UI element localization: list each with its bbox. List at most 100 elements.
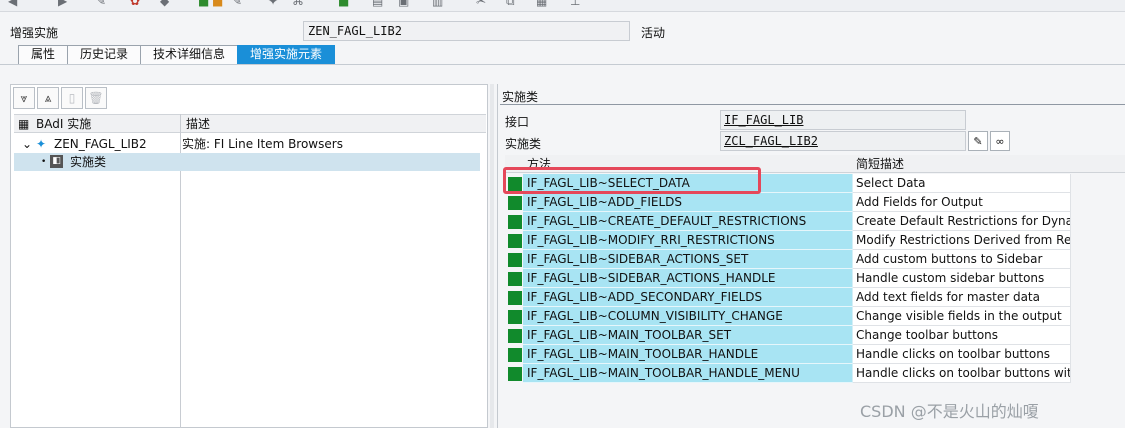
navigate-icon[interactable]: ✦ bbox=[268, 0, 282, 7]
new-document-icon: ▯ bbox=[68, 91, 76, 105]
short-desc-cell[interactable]: Handle clicks on toolbar buttons with... bbox=[853, 364, 1071, 383]
tree-col-description[interactable]: 描述 bbox=[186, 115, 210, 134]
method-cell[interactable]: IF_FAGL_LIB~CREATE_DEFAULT_RESTRICTIONS bbox=[523, 212, 853, 231]
watermark: CSDN @不是火山的灿嗄 bbox=[860, 402, 1039, 421]
impl-class-value[interactable]: ZCL_FAGL_LIB2 bbox=[724, 134, 818, 148]
forward-icon[interactable]: ▶ bbox=[58, 0, 72, 7]
edit-icon[interactable]: ✎ bbox=[96, 0, 110, 7]
method-cell[interactable]: IF_FAGL_LIB~MAIN_TOOLBAR_HANDLE_MENU bbox=[523, 364, 853, 383]
method-cell[interactable]: IF_FAGL_LIB~ADD_FIELDS bbox=[523, 193, 853, 212]
bullet-icon: • bbox=[41, 157, 47, 167]
create-button[interactable]: ▯ bbox=[61, 87, 83, 109]
hierarchy-icon[interactable]: ⌘ bbox=[292, 0, 306, 7]
short-desc-cell[interactable]: Add custom buttons to Sidebar bbox=[853, 250, 1071, 269]
status-green-icon bbox=[508, 291, 522, 305]
table-row[interactable]: IF_FAGL_LIB~ADD_SECONDARY_FIELDS Add text… bbox=[505, 288, 1071, 307]
method-cell[interactable]: IF_FAGL_LIB~COLUMN_VISIBILITY_CHANGE bbox=[523, 307, 853, 326]
grid-col-short-desc[interactable]: 简短描述 bbox=[856, 155, 904, 173]
pencil-icon: ✎ bbox=[973, 134, 983, 148]
tree-node-label: 实施类 bbox=[70, 155, 107, 169]
status-green-icon bbox=[508, 348, 522, 362]
display-icon[interactable]: ✎ bbox=[232, 0, 246, 7]
info-icon[interactable]: ▤ bbox=[372, 0, 386, 7]
table-row[interactable]: IF_FAGL_LIB~COLUMN_VISIBILITY_CHANGE Chan… bbox=[505, 307, 1071, 326]
print-icon[interactable]: ▥ bbox=[432, 0, 446, 7]
method-cell[interactable]: IF_FAGL_LIB~MODIFY_RRI_RESTRICTIONS bbox=[523, 231, 853, 250]
short-desc-cell[interactable]: Create Default Restrictions for Dynam... bbox=[853, 212, 1071, 231]
panel-title-line bbox=[500, 104, 1125, 105]
interface-value[interactable]: IF_FAGL_LIB bbox=[724, 113, 803, 127]
double-chevron-down-icon: ⩔ bbox=[20, 90, 28, 105]
change-class-button[interactable]: ✎ bbox=[968, 131, 988, 151]
tree-header: ▦ BAdI 实施 描述 bbox=[14, 114, 486, 133]
tab-underline bbox=[0, 64, 1125, 65]
short-desc-cell[interactable]: Modify Restrictions Derived from Rep... bbox=[853, 231, 1071, 250]
collapse-all-button[interactable]: ⩓ bbox=[37, 87, 59, 109]
status-green-icon bbox=[508, 367, 522, 381]
plug-icon: ✦ bbox=[36, 137, 47, 151]
method-cell[interactable]: IF_FAGL_LIB~SIDEBAR_ACTIONS_HANDLE bbox=[523, 269, 853, 288]
impl-class-field[interactable]: ZCL_FAGL_LIB2 bbox=[720, 131, 966, 151]
layout-icon[interactable]: ■ bbox=[338, 0, 352, 7]
highlight-box bbox=[503, 167, 761, 194]
undo-icon[interactable]: ⊥ bbox=[570, 0, 584, 7]
tab-enhancement-impl-elements[interactable]: 增强实施元素 bbox=[237, 45, 336, 64]
tab-technical-details[interactable]: 技术详细信息 bbox=[140, 45, 239, 64]
table-row[interactable]: IF_FAGL_LIB~SIDEBAR_ACTIONS_HANDLE Handle… bbox=[505, 269, 1071, 288]
short-desc-cell[interactable]: Change visible fields in the output bbox=[853, 307, 1071, 326]
status-green-icon bbox=[508, 310, 522, 324]
table-row[interactable]: IF_FAGL_LIB~ADD_FIELDS Add Fields for Out… bbox=[505, 193, 1071, 212]
short-desc-cell[interactable]: Change toolbar buttons bbox=[853, 326, 1071, 345]
delete-button[interactable]: 🗑 bbox=[85, 87, 107, 109]
impl-class-label: 实施类 bbox=[505, 137, 542, 151]
activate-icon[interactable]: ✿ bbox=[130, 0, 144, 7]
enhancement-impl-label: 增强实施 bbox=[10, 26, 59, 40]
check-icon[interactable]: ◆ bbox=[160, 0, 174, 7]
object-list-icon[interactable]: ■ bbox=[198, 0, 212, 7]
short-desc-cell[interactable]: Add Fields for Output bbox=[853, 193, 1071, 212]
status-green-icon bbox=[508, 329, 522, 343]
paste-icon[interactable]: ▦ bbox=[536, 0, 550, 7]
expand-all-button[interactable]: ⩔ bbox=[13, 87, 35, 109]
status-green-icon bbox=[508, 272, 522, 286]
status-green-icon bbox=[508, 196, 522, 210]
short-desc-cell[interactable]: Select Data bbox=[853, 174, 1071, 193]
panel-title: 实施类 bbox=[502, 90, 539, 104]
where-used-icon[interactable]: ■ bbox=[212, 0, 226, 7]
table-row[interactable]: IF_FAGL_LIB~MAIN_TOOLBAR_HANDLE_MENU Hand… bbox=[505, 364, 1071, 383]
enhancement-impl-field[interactable]: ZEN_FAGL_LIB2 bbox=[303, 21, 630, 41]
chevron-down-icon[interactable]: ⌄ bbox=[22, 135, 32, 153]
back-icon[interactable]: ◀ bbox=[8, 0, 22, 7]
status-text: 活动 bbox=[641, 26, 666, 40]
method-cell[interactable]: IF_FAGL_LIB~MAIN_TOOLBAR_SET bbox=[523, 326, 853, 345]
short-desc-cell[interactable]: Add text fields for master data bbox=[853, 288, 1071, 307]
tree-col-badi-impl[interactable]: BAdI 实施 bbox=[36, 115, 91, 134]
tree-node-impl-class[interactable]: • ◧ 实施类 bbox=[14, 153, 480, 171]
table-row[interactable]: IF_FAGL_LIB~MAIN_TOOLBAR_SET Change toolb… bbox=[505, 326, 1071, 345]
display-class-button[interactable]: ∞ bbox=[990, 131, 1010, 151]
short-desc-cell[interactable]: Handle custom sidebar buttons bbox=[853, 269, 1071, 288]
method-cell[interactable]: IF_FAGL_LIB~SIDEBAR_ACTIONS_SET bbox=[523, 250, 853, 269]
tree-node-badi-impl[interactable]: ⌄ ✦ ZEN_FAGL_LIB2 实施: FI Line Item Brows… bbox=[14, 135, 480, 153]
interface-field[interactable]: IF_FAGL_LIB bbox=[720, 110, 966, 130]
table-row[interactable]: IF_FAGL_LIB~MODIFY_RRI_RESTRICTIONS Modif… bbox=[505, 231, 1071, 250]
tab-properties[interactable]: 属性 bbox=[18, 45, 69, 64]
table-row[interactable]: IF_FAGL_LIB~CREATE_DEFAULT_RESTRICTIONS C… bbox=[505, 212, 1071, 231]
short-desc-cell[interactable]: Handle clicks on toolbar buttons bbox=[853, 345, 1071, 364]
status-green-icon bbox=[508, 215, 522, 229]
badi-impl-header-icon: ▦ bbox=[18, 117, 30, 131]
class-icon: ◧ bbox=[50, 155, 63, 168]
settings-icon[interactable]: ▣ bbox=[398, 0, 412, 7]
splitter[interactable] bbox=[490, 84, 494, 428]
copy-icon[interactable]: ⧉ bbox=[506, 0, 520, 7]
cut-icon[interactable]: ✂ bbox=[476, 0, 490, 7]
method-cell[interactable]: IF_FAGL_LIB~MAIN_TOOLBAR_HANDLE bbox=[523, 345, 853, 364]
tab-history[interactable]: 历史记录 bbox=[67, 45, 142, 64]
table-row[interactable]: IF_FAGL_LIB~MAIN_TOOLBAR_HANDLE Handle cl… bbox=[505, 345, 1071, 364]
tree-node-description: 实施: FI Line Item Browsers bbox=[182, 137, 343, 151]
method-cell[interactable]: IF_FAGL_LIB~ADD_SECONDARY_FIELDS bbox=[523, 288, 853, 307]
table-row[interactable]: IF_FAGL_LIB~SIDEBAR_ACTIONS_SET Add custo… bbox=[505, 250, 1071, 269]
interface-label: 接口 bbox=[505, 115, 530, 129]
double-chevron-up-icon: ⩓ bbox=[44, 90, 52, 105]
status-green-icon bbox=[508, 253, 522, 267]
